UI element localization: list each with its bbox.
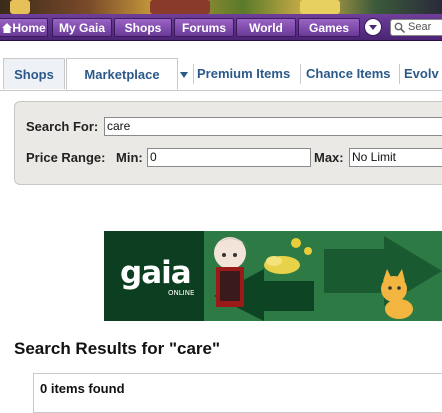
nav-forums-button[interactable]: Forums xyxy=(174,18,234,37)
min-price-input[interactable]: 0 xyxy=(147,148,311,167)
search-for-label: Search For: xyxy=(26,119,99,134)
tab-divider xyxy=(300,64,301,84)
max-price-input[interactable]: No Limit xyxy=(349,148,442,167)
banner-decoration xyxy=(150,0,210,14)
tab-divider xyxy=(399,64,400,84)
nav-shops-button[interactable]: Shops xyxy=(114,18,172,37)
nav-home-button[interactable]: Home xyxy=(0,18,48,37)
tab-divider xyxy=(193,64,194,84)
tab-evolv[interactable]: Evolv xyxy=(404,58,439,89)
price-range-label: Price Range: xyxy=(26,150,106,165)
search-icon xyxy=(394,22,405,33)
ad-illustration xyxy=(214,236,442,321)
shop-tabs: Shops Marketplace Premium Items Chance I… xyxy=(0,58,442,91)
tab-marketplace[interactable]: Marketplace xyxy=(66,58,178,90)
nav-world-button[interactable]: World xyxy=(236,18,296,37)
banner-decoration xyxy=(10,0,30,14)
nav-search-placeholder: Sear xyxy=(408,21,432,33)
nav-search-input[interactable]: Sear xyxy=(390,19,442,36)
search-panel: Search For: care Price Range: Min: 0 Max… xyxy=(14,101,442,185)
ad-artwork xyxy=(204,231,442,321)
gaia-ad-banner[interactable]: gaia ONLINE xyxy=(104,231,442,321)
gaia-logo: gaia xyxy=(120,255,192,291)
house-icon xyxy=(2,23,12,33)
results-box: 0 items found xyxy=(33,373,442,413)
main-nav-bar: Home My Gaia Shops Forums World Games Se… xyxy=(0,14,442,41)
max-label: Max: xyxy=(314,150,344,165)
nav-mygaia-button[interactable]: My Gaia xyxy=(52,18,112,37)
site-header-banner xyxy=(0,0,442,14)
tab-chance-items[interactable]: Chance Items xyxy=(306,58,391,89)
tab-shops[interactable]: Shops xyxy=(3,58,65,89)
tab-premium-items[interactable]: Premium Items xyxy=(197,58,290,89)
chevron-down-icon[interactable] xyxy=(179,58,189,89)
nav-more-dropdown-icon[interactable] xyxy=(364,18,382,36)
nav-games-button[interactable]: Games xyxy=(298,18,360,37)
banner-decoration xyxy=(300,0,340,14)
ad-logo-area: gaia ONLINE xyxy=(104,231,204,321)
search-for-input[interactable]: care xyxy=(104,117,442,136)
search-results-title: Search Results for "care" xyxy=(14,339,221,358)
min-label: Min: xyxy=(116,150,143,165)
results-count: 0 items found xyxy=(40,381,125,396)
gaia-logo-subtitle: ONLINE xyxy=(168,289,195,297)
